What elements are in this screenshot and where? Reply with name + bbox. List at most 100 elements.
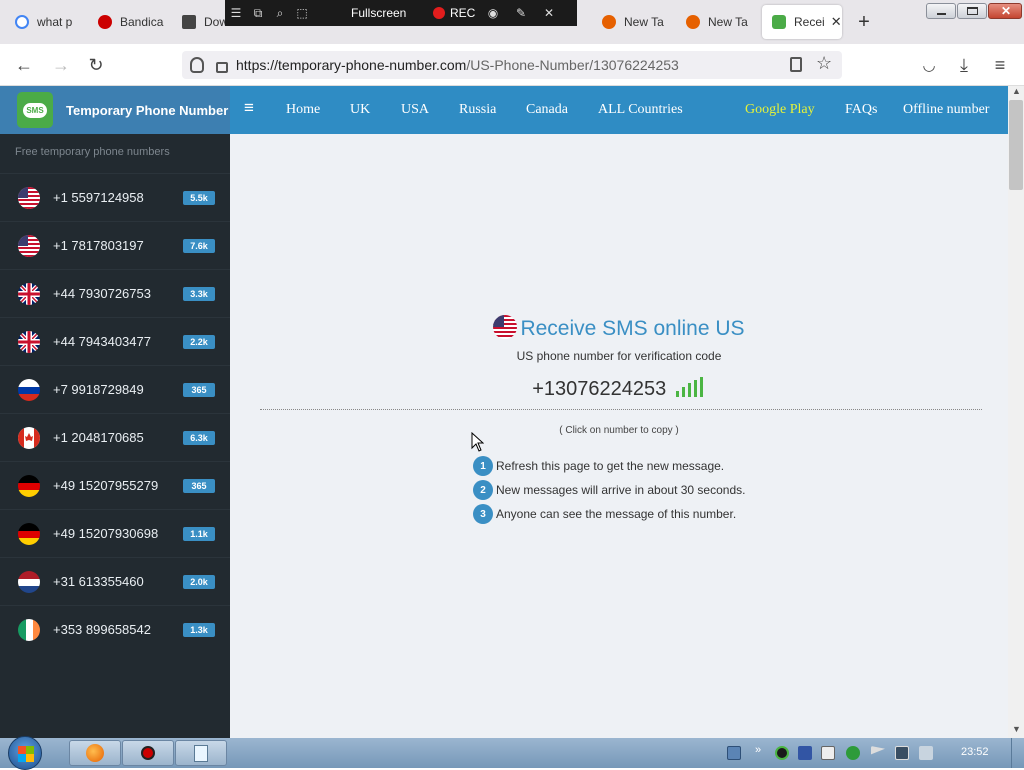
message-count-badge: 365 xyxy=(183,382,215,397)
download-icon[interactable]: ⤓ xyxy=(951,53,977,77)
address-bar[interactable]: https://temporary-phone-number.com/US-Ph… xyxy=(182,51,842,79)
browser-tab[interactable]: New Ta xyxy=(676,5,756,39)
phone-number-link[interactable]: +44 7943403477 xyxy=(53,334,183,349)
windows-logo-bottom xyxy=(18,754,34,762)
flag-tray-icon[interactable] xyxy=(798,746,812,760)
back-arrow-icon[interactable]: ← xyxy=(11,53,37,77)
step-item: 1 Refresh this page to get the new messa… xyxy=(473,456,724,476)
sidebar-number-item[interactable]: +1 2048170685 6.3k xyxy=(0,413,230,461)
hamburger-menu-icon[interactable]: ≡ xyxy=(244,99,258,116)
close-window-button[interactable]: ✕ xyxy=(988,3,1022,19)
phone-number-link[interactable]: +1 2048170685 xyxy=(53,430,183,445)
site-brand[interactable]: SMS Temporary Phone Number xyxy=(0,86,230,134)
monitor-icon[interactable] xyxy=(727,746,741,760)
close-icon[interactable]: ✕ xyxy=(538,2,560,24)
phone-number-link[interactable]: +1 5597124958 xyxy=(53,190,183,205)
us-flag-icon xyxy=(493,315,518,339)
nav-usa[interactable]: USA xyxy=(401,102,429,118)
nav-all-countries[interactable]: ALL Countries xyxy=(598,102,683,118)
uk-flag-icon xyxy=(18,282,40,305)
firefox-icon xyxy=(686,15,700,29)
scroll-down-icon[interactable]: ▼ xyxy=(1012,724,1021,734)
us-flag-icon xyxy=(18,186,40,209)
sidebar-number-item[interactable]: +1 5597124958 5.5k xyxy=(0,173,230,221)
bookmark-star-icon[interactable]: ☆ xyxy=(816,53,832,74)
camera-icon[interactable]: ◉ xyxy=(482,2,504,24)
nav-canada[interactable]: Canada xyxy=(526,102,568,118)
network-icon[interactable] xyxy=(895,746,909,760)
nav-offline-number[interactable]: Offline number xyxy=(903,102,989,118)
taskbar-bandicam[interactable] xyxy=(122,740,174,766)
phone-number-link[interactable]: +49 15207955279 xyxy=(53,478,183,493)
browser-tab[interactable]: Bandica xyxy=(88,5,168,39)
tray-app-icon[interactable] xyxy=(775,746,789,760)
tab-label: Bandica xyxy=(120,15,164,29)
clock[interactable]: 23:52 xyxy=(961,746,989,758)
zoom-icon[interactable]: ⌕ xyxy=(269,2,291,24)
sidebar-number-item[interactable]: +44 7943403477 2.2k xyxy=(0,317,230,365)
shield-tray-icon[interactable] xyxy=(846,746,860,760)
pocket-icon[interactable]: ◡ xyxy=(916,53,942,77)
nav-google-play[interactable]: Google Play xyxy=(745,102,815,118)
nav-uk[interactable]: UK xyxy=(350,102,370,118)
rec-label[interactable]: REC xyxy=(450,6,482,20)
shield-icon[interactable] xyxy=(190,57,204,73)
browser-tab-active[interactable]: Recei ✕ xyxy=(762,5,842,39)
phone-number-link[interactable]: +31 613355460 xyxy=(53,574,183,589)
pencil-icon[interactable]: ✎ xyxy=(510,2,532,24)
browser-tab[interactable]: New Ta xyxy=(592,5,672,39)
sidebar-number-item[interactable]: +1 7817803197 7.6k xyxy=(0,221,230,269)
action-center-icon[interactable] xyxy=(871,746,885,755)
document-tray-icon[interactable] xyxy=(821,746,835,760)
nav-faqs[interactable]: FAQs xyxy=(845,102,877,118)
phone-number-link[interactable]: +7 9918729849 xyxy=(53,382,183,397)
region-icon[interactable]: ⬚ xyxy=(291,2,313,24)
nav-home[interactable]: Home xyxy=(286,102,320,118)
window-mode-icon[interactable]: ⧉ xyxy=(247,2,269,24)
lock-icon[interactable] xyxy=(216,61,228,73)
page-scrollbar[interactable]: ▲ ▼ xyxy=(1008,86,1024,738)
page-title-text: Receive SMS online US xyxy=(520,317,745,340)
phone-number-link[interactable]: +44 7930726753 xyxy=(53,286,183,301)
scrollbar-thumb[interactable] xyxy=(1009,100,1023,190)
sidebar-title: Free temporary phone numbers xyxy=(15,146,170,158)
show-desktop-button[interactable] xyxy=(1011,738,1024,768)
phone-number-link[interactable]: +353 899658542 xyxy=(53,622,183,637)
browser-tab[interactable]: what p xyxy=(5,5,85,39)
reader-view-icon[interactable] xyxy=(790,57,802,72)
step-text: New messages will arrive in about 30 sec… xyxy=(496,483,746,497)
start-button[interactable] xyxy=(8,736,42,770)
tray-expand-icon[interactable]: » xyxy=(755,744,761,756)
browser-tab[interactable]: Down xyxy=(172,5,228,39)
hamburger-menu-icon[interactable]: ≡ xyxy=(987,53,1013,77)
navigation-bar: ← → ↻ https://temporary-phone-number.com… xyxy=(0,44,1024,86)
taskbar-firefox[interactable] xyxy=(69,740,121,766)
sidebar-number-item[interactable]: +7 9918729849 365 xyxy=(0,365,230,413)
nav-russia[interactable]: Russia xyxy=(459,102,496,118)
minimize-button[interactable] xyxy=(926,3,956,19)
phone-number-link[interactable]: +49 15207930698 xyxy=(53,526,183,541)
main-content: Receive SMS online US US phone number fo… xyxy=(230,134,1008,738)
brand-name: Temporary Phone Number xyxy=(66,102,229,118)
sidebar-number-item[interactable]: +49 15207955279 365 xyxy=(0,461,230,509)
sidebar-number-item[interactable]: +49 15207930698 1.1k xyxy=(0,509,230,557)
step-text: Refresh this page to get the new message… xyxy=(496,459,725,473)
volume-muted-icon[interactable] xyxy=(919,746,933,760)
fullscreen-label[interactable]: Fullscreen xyxy=(351,6,431,20)
close-tab-icon[interactable]: ✕ xyxy=(831,14,842,30)
reload-icon[interactable]: ↻ xyxy=(83,53,109,77)
sidebar-number-item[interactable]: +31 613355460 2.0k xyxy=(0,557,230,605)
sidebar-number-item[interactable]: +44 7930726753 3.3k xyxy=(0,269,230,317)
phone-number-link[interactable]: +1 7817803197 xyxy=(53,238,183,253)
menu-icon[interactable]: ☰ xyxy=(225,2,247,24)
scroll-up-icon[interactable]: ▲ xyxy=(1012,86,1021,96)
maximize-button[interactable] xyxy=(957,3,987,19)
phone-number[interactable]: +13076224253 xyxy=(230,377,1008,403)
phone-number-text[interactable]: +13076224253 xyxy=(532,378,666,400)
new-tab-button[interactable]: + xyxy=(852,12,876,32)
sidebar-number-item[interactable]: +353 899658542 1.3k xyxy=(0,605,230,653)
taskbar-notepad[interactable] xyxy=(175,740,227,766)
step-text: Anyone can see the message of this numbe… xyxy=(496,507,737,521)
page-title: Receive SMS online US xyxy=(230,315,1008,341)
forward-arrow-icon[interactable]: → xyxy=(48,53,74,77)
